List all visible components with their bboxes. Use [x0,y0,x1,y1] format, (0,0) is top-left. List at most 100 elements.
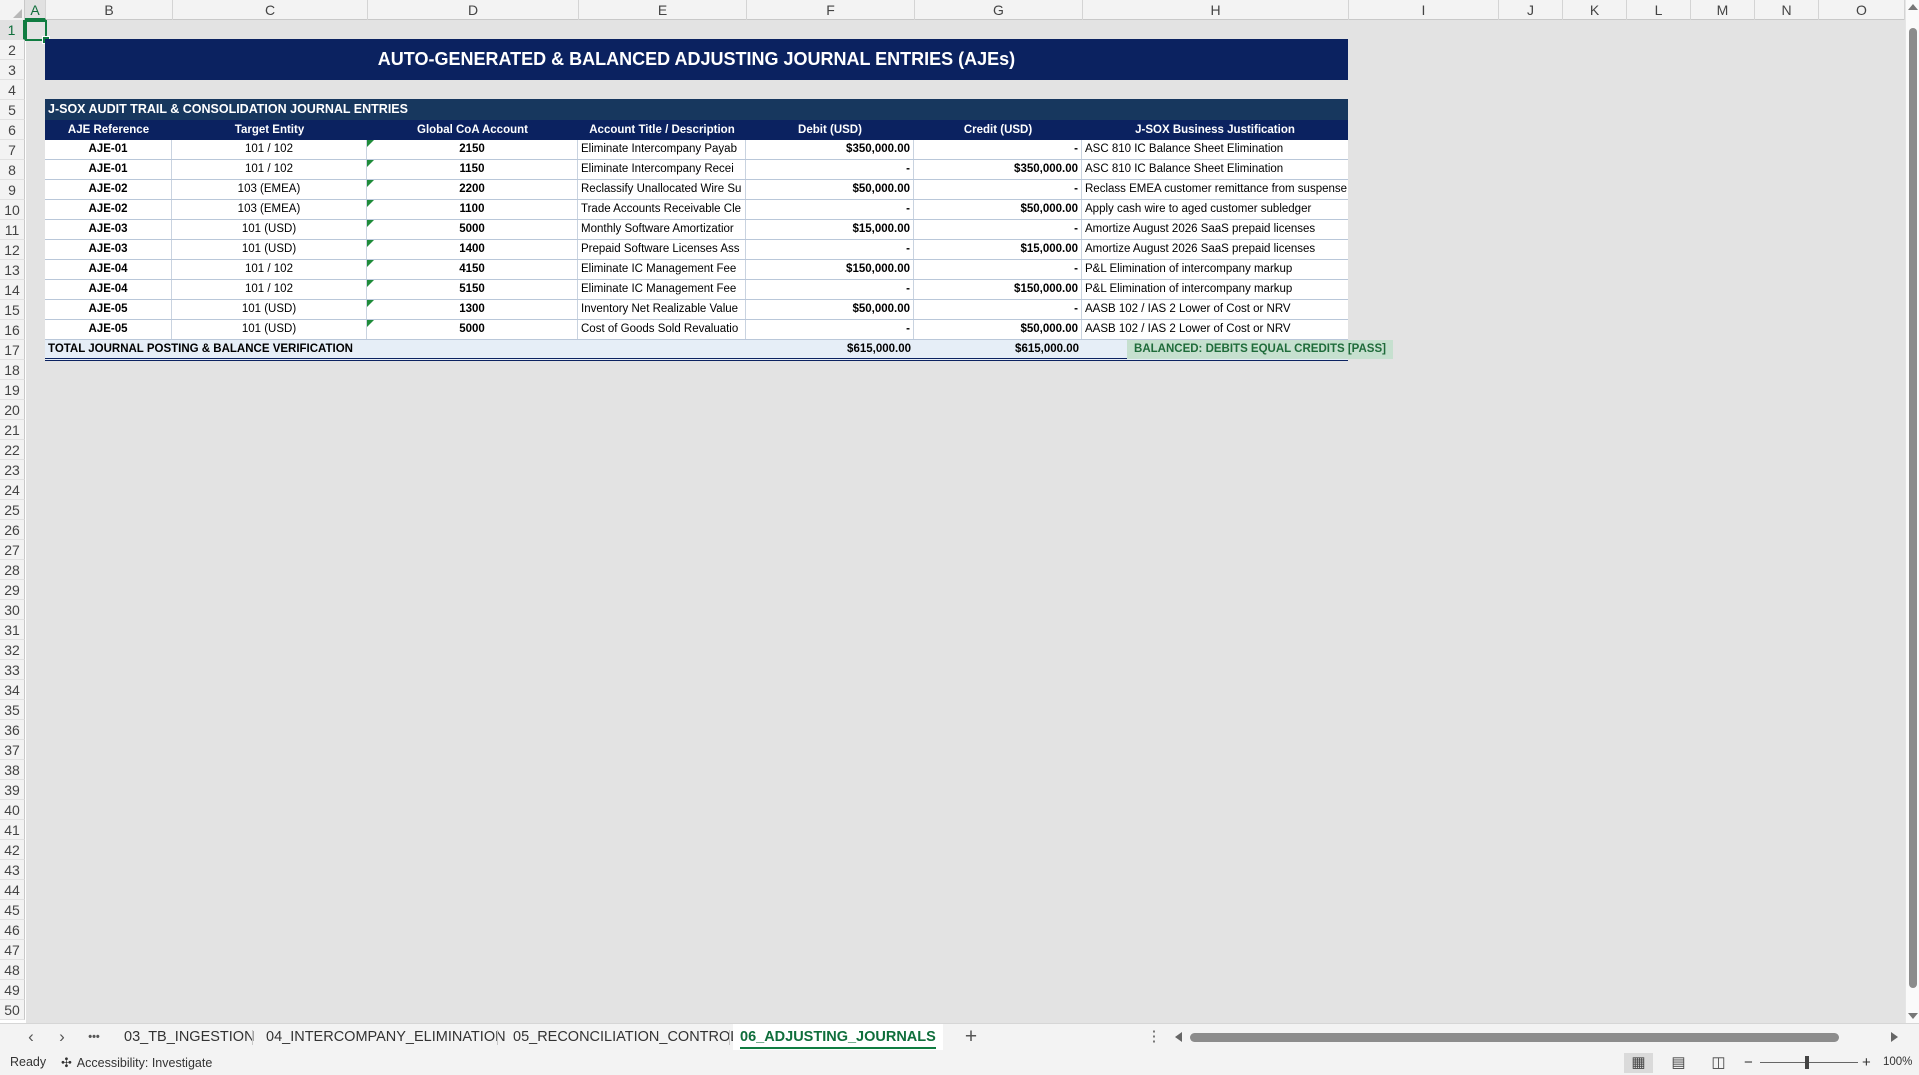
row-header[interactable]: 50 [0,1000,25,1020]
header-justification[interactable]: J-SOX Business Justification [1082,120,1348,140]
row-header[interactable]: 1 [0,20,25,40]
row-header[interactable]: 23 [0,460,25,480]
active-cell-selection[interactable] [25,20,50,44]
row-header[interactable]: 4 [0,80,25,100]
aje-reference-cell[interactable]: AJE-01 [45,140,172,159]
row-header[interactable]: 29 [0,580,25,600]
credit-cell[interactable]: - [914,220,1082,239]
justification-cell[interactable]: AASB 102 / IAS 2 Lower of Cost or NRV [1082,300,1348,319]
scroll-up-icon[interactable] [1908,4,1918,10]
aje-reference-cell[interactable]: AJE-05 [45,320,172,339]
row-header[interactable]: 36 [0,720,25,740]
header-debit[interactable]: Debit (USD) [746,120,914,140]
tab-05-reconciliation-control[interactable]: 05_RECONCILIATION_CONTROL [506,1024,745,1051]
zoom-slider-thumb[interactable] [1805,1056,1809,1069]
row-header[interactable]: 18 [0,360,25,380]
justification-cell[interactable]: P&L Elimination of intercompany markup [1082,260,1348,279]
header-aje-reference[interactable]: AJE Reference [45,120,172,140]
aje-reference-cell[interactable]: AJE-02 [45,200,172,219]
zoom-in-button[interactable]: + [1862,1050,1871,1075]
column-header[interactable]: F [747,0,915,20]
zoom-out-button[interactable]: − [1744,1050,1753,1075]
coa-account-cell[interactable]: 1150 [367,160,578,179]
zoom-slider[interactable] [1760,1062,1858,1063]
header-account-title[interactable]: Account Title / Description [578,120,746,140]
total-credit[interactable]: $615,000.00 [914,340,1082,359]
row-header[interactable]: 27 [0,540,25,560]
number-as-text-warning-icon[interactable] [367,320,374,327]
row-header[interactable]: 41 [0,820,25,840]
aje-reference-cell[interactable]: AJE-04 [45,280,172,299]
debit-cell[interactable]: $50,000.00 [746,180,914,199]
debit-cell[interactable]: $150,000.00 [746,260,914,279]
coa-account-cell[interactable]: 5000 [367,220,578,239]
number-as-text-warning-icon[interactable] [367,160,374,167]
number-as-text-warning-icon[interactable] [367,220,374,227]
scroll-left-icon[interactable] [1175,1032,1182,1042]
debit-cell[interactable]: $350,000.00 [746,140,914,159]
column-header[interactable]: H [1083,0,1349,20]
total-label[interactable]: TOTAL JOURNAL POSTING & BALANCE VERIFICA… [45,340,645,359]
target-entity-cell[interactable]: 101 / 102 [172,160,367,179]
aje-reference-cell[interactable]: AJE-02 [45,180,172,199]
coa-account-cell[interactable]: 5150 [367,280,578,299]
row-header[interactable]: 49 [0,980,25,1000]
row-header[interactable]: 30 [0,600,25,620]
number-as-text-warning-icon[interactable] [367,300,374,307]
header-global-coa-account[interactable]: Global CoA Account [367,120,578,140]
debit-cell[interactable]: - [746,240,914,259]
add-sheet-button[interactable]: + [960,1026,982,1048]
next-sheet-icon[interactable]: › [51,1026,73,1048]
aje-reference-cell[interactable]: AJE-03 [45,220,172,239]
justification-cell[interactable]: Amortize August 2026 SaaS prepaid licens… [1082,220,1348,239]
credit-cell[interactable]: - [914,300,1082,319]
prev-sheet-icon[interactable]: ‹ [20,1026,42,1048]
account-title-cell[interactable]: Eliminate Intercompany Recei [578,160,746,179]
tab-04-intercompany-elimination[interactable]: 04_INTERCOMPANY_ELIMINATION [259,1024,513,1051]
row-header[interactable]: 33 [0,660,25,680]
debit-cell[interactable]: - [746,160,914,179]
header-target-entity[interactable]: Target Entity [172,120,367,140]
row-header[interactable]: 28 [0,560,25,580]
row-header[interactable]: 26 [0,520,25,540]
row-header[interactable]: 13 [0,260,25,280]
coa-account-cell[interactable]: 1300 [367,300,578,319]
credit-cell[interactable]: - [914,260,1082,279]
row-header[interactable]: 12 [0,240,25,260]
row-header[interactable]: 8 [0,160,25,180]
column-header[interactable]: E [579,0,747,20]
scroll-right-icon[interactable] [1891,1032,1898,1042]
vertical-scroll-thumb[interactable] [1909,28,1917,988]
target-entity-cell[interactable]: 101 (USD) [172,300,367,319]
horizontal-scroll-thumb[interactable] [1190,1033,1839,1042]
row-header[interactable]: 10 [0,200,25,220]
row-header[interactable]: 38 [0,760,25,780]
account-title-cell[interactable]: Eliminate Intercompany Payab [578,140,746,159]
account-title-cell[interactable]: Trade Accounts Receivable Cle [578,200,746,219]
row-header[interactable]: 19 [0,380,25,400]
debit-cell[interactable]: $50,000.00 [746,300,914,319]
row-header[interactable]: 32 [0,640,25,660]
row-header[interactable]: 16 [0,320,25,340]
column-header[interactable]: G [915,0,1083,20]
account-title-cell[interactable]: Eliminate IC Management Fee [578,260,746,279]
aje-reference-cell[interactable]: AJE-04 [45,260,172,279]
tab-options-icon[interactable]: ⋮ [1143,1026,1165,1048]
target-entity-cell[interactable]: 101 / 102 [172,140,367,159]
vertical-scrollbar[interactable] [1905,0,1919,1023]
account-title-cell[interactable]: Cost of Goods Sold Revaluatio [578,320,746,339]
target-entity-cell[interactable]: 103 (EMEA) [172,180,367,199]
column-header[interactable]: M [1691,0,1755,20]
target-entity-cell[interactable]: 101 / 102 [172,280,367,299]
select-all-button[interactable] [0,0,25,20]
account-title-cell[interactable]: Monthly Software Amortizatior [578,220,746,239]
row-header[interactable]: 7 [0,140,25,160]
row-header[interactable]: 42 [0,840,25,860]
row-header[interactable]: 21 [0,420,25,440]
tab-03-tb-ingestion[interactable]: 03_TB_INGESTION [117,1024,262,1051]
aje-reference-cell[interactable]: AJE-01 [45,160,172,179]
credit-cell[interactable]: $50,000.00 [914,320,1082,339]
row-header[interactable]: 11 [0,220,25,240]
justification-cell[interactable]: ASC 810 IC Balance Sheet Elimination [1082,140,1348,159]
aje-reference-cell[interactable]: AJE-03 [45,240,172,259]
